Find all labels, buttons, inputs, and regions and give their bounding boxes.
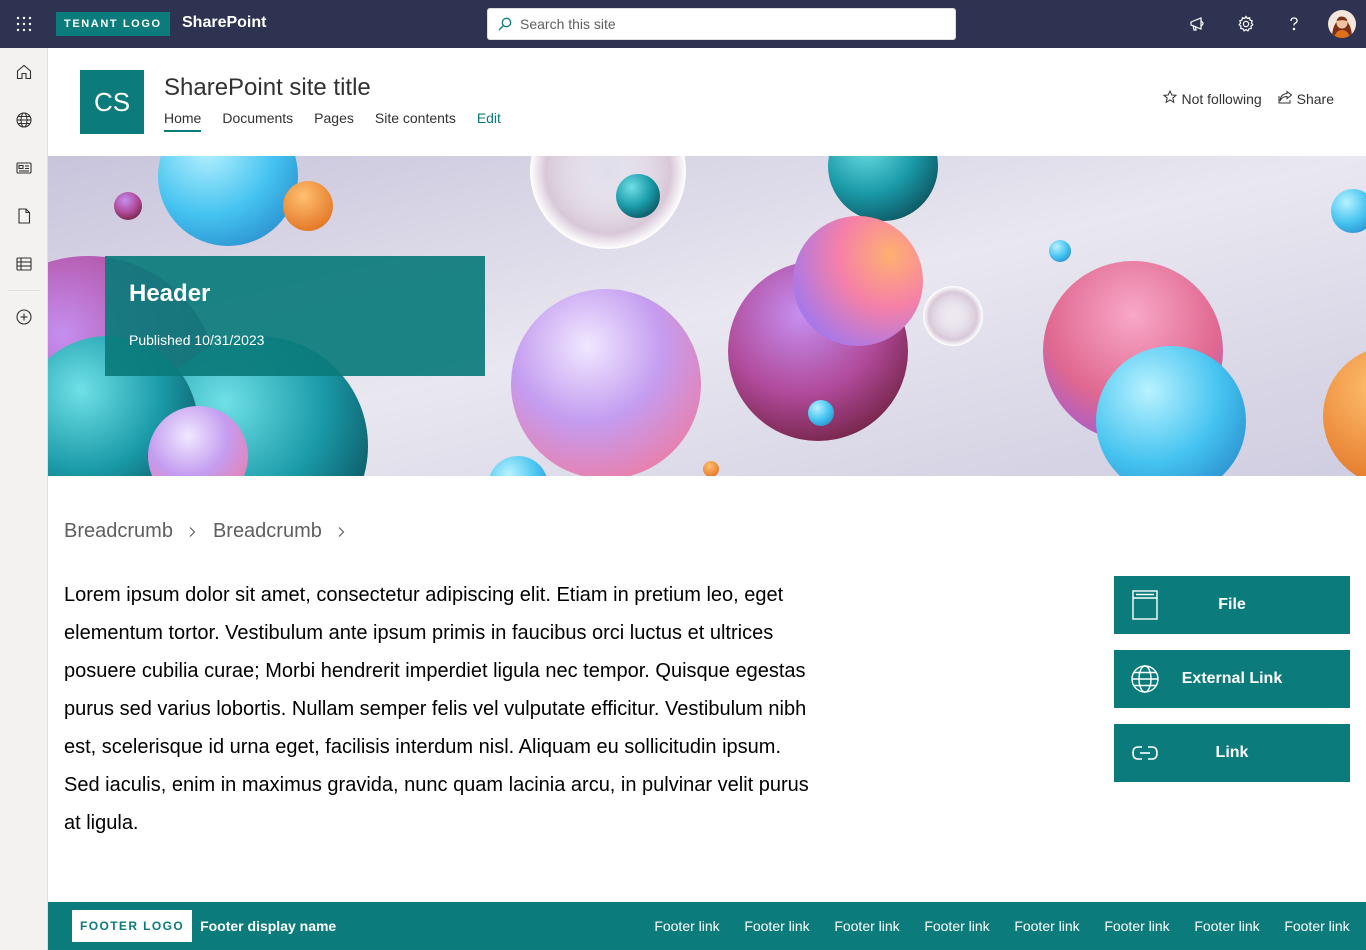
footer-link[interactable]: Footer link: [1014, 918, 1080, 934]
footer-logo[interactable]: FOOTER LOGO: [72, 910, 193, 942]
body-text: Lorem ipsum dolor sit amet, consectetur …: [64, 584, 809, 834]
follow-label: Not following: [1181, 90, 1262, 107]
nav-item-home[interactable]: Home: [164, 108, 202, 134]
help-icon[interactable]: [1270, 0, 1318, 48]
avatar[interactable]: [1328, 10, 1356, 38]
nav-item-site-contents[interactable]: Site contents: [375, 108, 456, 134]
breadcrumb-item[interactable]: Breadcrumb: [64, 520, 173, 543]
footer-link[interactable]: Footer link: [1284, 918, 1350, 934]
footer-link[interactable]: Footer link: [1194, 918, 1260, 934]
file-icon: [1130, 590, 1160, 620]
footer-links: Footer link Footer link Footer link Foot…: [638, 902, 1358, 950]
site-title[interactable]: SharePoint site title: [164, 74, 371, 102]
footer-display-name: Footer display name: [200, 918, 337, 934]
settings-icon[interactable]: [1222, 0, 1270, 48]
footer-link[interactable]: Footer link: [924, 918, 990, 934]
footer-link[interactable]: Footer link: [1104, 918, 1170, 934]
footer-link[interactable]: Footer link: [744, 918, 810, 934]
add-icon[interactable]: [0, 293, 48, 341]
share-icon: [1278, 90, 1297, 107]
waffle-icon[interactable]: [0, 0, 48, 48]
chevron-right-icon: [187, 526, 197, 538]
hero-title-card: Header Published 10/31/2023: [105, 256, 485, 376]
quick-links: File External Link Link: [1114, 576, 1350, 798]
quick-link-link[interactable]: Link: [1114, 724, 1350, 782]
file-icon[interactable]: [0, 192, 48, 240]
nav-item-pages[interactable]: Pages: [314, 108, 354, 134]
site-navigation: Home Documents Pages Site contents Edit: [164, 108, 522, 134]
search-icon: [490, 9, 520, 39]
star-icon: [1163, 89, 1181, 107]
globe-icon[interactable]: [0, 96, 48, 144]
home-icon[interactable]: [0, 48, 48, 96]
news-icon[interactable]: [0, 144, 48, 192]
header-actions: Not following Share: [1147, 89, 1334, 107]
follow-button[interactable]: Not following: [1163, 89, 1262, 107]
globe-icon: [1130, 664, 1160, 694]
list-icon[interactable]: [0, 240, 48, 288]
chevron-right-icon: [336, 526, 346, 538]
search-input[interactable]: [520, 16, 940, 32]
hero-banner: Header Published 10/31/2023: [48, 156, 1366, 476]
suite-bar-actions: [1174, 0, 1366, 48]
footer-link[interactable]: Footer link: [834, 918, 900, 934]
rail-divider: [8, 290, 40, 291]
megaphone-icon[interactable]: [1174, 0, 1222, 48]
breadcrumb: Breadcrumb Breadcrumb: [64, 520, 362, 543]
app-name[interactable]: SharePoint: [182, 14, 266, 32]
share-label: Share: [1296, 90, 1334, 107]
share-button[interactable]: Share: [1278, 90, 1334, 107]
search-box[interactable]: [487, 8, 956, 40]
breadcrumb-item[interactable]: Breadcrumb: [213, 520, 322, 543]
tenant-logo[interactable]: TENANT LOGO: [56, 12, 170, 36]
footer: FOOTER LOGO Footer display name Footer l…: [48, 902, 1366, 950]
site-logo[interactable]: CS: [80, 70, 144, 134]
quick-link-external[interactable]: External Link: [1114, 650, 1350, 708]
site-header: CS SharePoint site title Home Documents …: [48, 48, 1366, 156]
nav-item-documents[interactable]: Documents: [222, 108, 293, 134]
hero-title: Header: [129, 280, 211, 307]
nav-edit-link[interactable]: Edit: [477, 108, 501, 134]
hero-published-date: Published 10/31/2023: [129, 332, 265, 348]
left-app-bar: [0, 48, 48, 950]
suite-bar: TENANT LOGO SharePoint: [0, 0, 1366, 48]
quick-link-file[interactable]: File: [1114, 576, 1350, 634]
footer-link[interactable]: Footer link: [654, 918, 720, 934]
link-icon: [1130, 738, 1160, 768]
